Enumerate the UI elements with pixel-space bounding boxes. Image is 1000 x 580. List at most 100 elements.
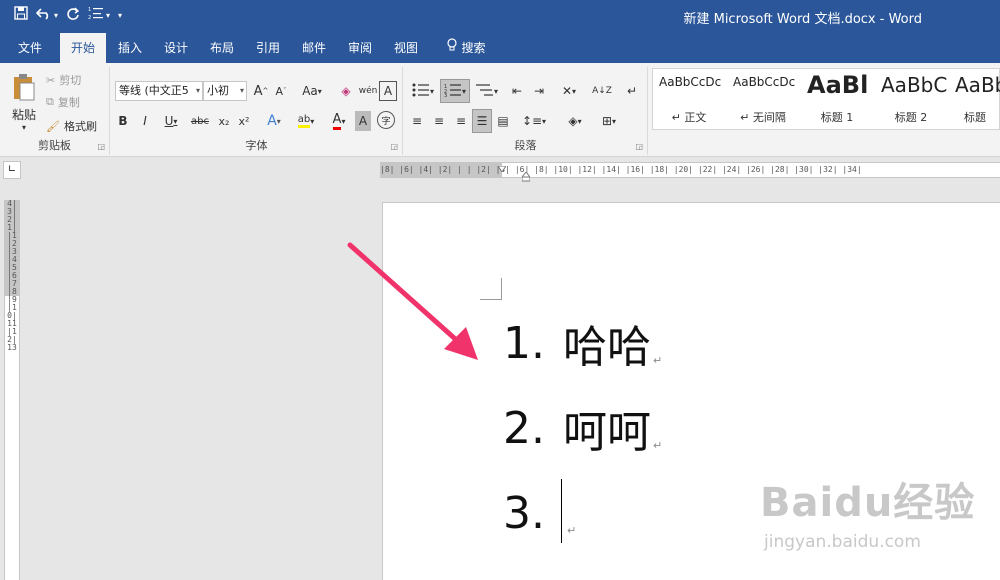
vertical-ruler[interactable]: 4|3|2|1| |1|2|3|4|5|6|7|8|9|10|11|12|13 [4,200,20,580]
list-number: 1. [503,317,545,369]
cut-button[interactable]: ✂ 剪切 [46,71,81,89]
styles-gallery: AaBbCcDc ↵ 正文 AaBbCcDc ↵ 无间隔 AaBl 标题 1 A… [652,68,1000,130]
tab-design[interactable]: 设计 [156,33,196,63]
clipboard-group-label: 剪贴板 [38,139,71,152]
tab-view[interactable]: 视图 [386,33,426,63]
change-case-button[interactable]: Aa ▾ [297,81,327,101]
copy-icon: ⧉ [46,95,54,108]
tab-search[interactable]: 搜索 [436,33,496,63]
font-name-dropdown[interactable]: 等线 (中文正5 ▾ [115,81,203,101]
redo-icon[interactable] [66,6,80,26]
char-shading-button[interactable]: A [355,111,371,131]
eraser-icon: ◈ [341,84,351,98]
align-right-icon: ≡ [455,114,467,128]
paint-bucket-icon: ◈ [568,114,578,128]
list-item[interactable]: 1. 哈哈 ↵ [503,313,663,374]
font-size-dropdown[interactable]: 小初 ▾ [203,81,247,101]
text-effects-button[interactable]: A ▾ [261,111,287,131]
numbering-icon[interactable]: 12 [88,6,104,26]
strikethrough-button[interactable]: abc [189,111,211,131]
align-left-button[interactable]: ≡ [408,111,426,131]
align-right-button[interactable]: ≡ [452,111,470,131]
scissors-icon: ✂ [46,73,56,87]
align-center-icon: ≡ [433,114,445,128]
style-normal[interactable]: AaBbCcDc ↵ 正文 [653,69,725,129]
superscript-button[interactable]: x² [235,111,253,131]
ruler-ticks: 4|3|2|1| |1|2|3|4|5|6|7|8|9|10|11|12|13 [7,200,17,352]
show-marks-button[interactable]: ↵ [622,81,642,101]
chevron-down-icon[interactable]: ▾ [54,6,58,26]
tab-home[interactable]: 开始 [60,33,106,63]
italic-button[interactable]: I [137,111,153,131]
tab-review[interactable]: 审阅 [340,33,380,63]
paragraph-group: ▾ 1 2 3 ▾ ▾ ⇤ ⇥ ✕ ▾ A↓Z ↵ ≡ ≡ ≡ ☰ ▤ ↕≡ ▾ ◈ ▾ ⊞… [404,67,648,155]
sort-button[interactable]: A↓Z [592,81,612,101]
style-title[interactable]: AaBb 标题 [949,69,1000,129]
phonetic-guide-icon: wén [358,86,378,96]
customize-qat-icon[interactable]: ▾ [118,6,122,26]
dialog-launcher-icon[interactable]: ◲ [635,142,643,151]
text-cursor [561,479,562,543]
tab-search-label: 搜索 [461,41,486,55]
distributed-button[interactable]: ▤ [494,111,512,131]
clear-formatting-button[interactable]: ◈ [337,81,355,101]
tab-file[interactable]: 文件 [10,33,50,63]
style-sample: AaBl [807,71,869,99]
multilevel-list-button[interactable]: ▾ [472,81,502,101]
style-no-spacing[interactable]: AaBbCcDc ↵ 无间隔 [727,69,799,129]
multilevel-list-icon [475,83,494,100]
list-number: 2. [503,402,545,454]
borders-button[interactable]: ⊞ ▾ [594,111,624,131]
horizontal-ruler[interactable]: |8| |6| |4| |2| | | |2| |4| |6| |8| |10|… [380,161,1000,182]
style-heading-1[interactable]: AaBl 标题 1 [801,69,873,129]
paragraph-mark-icon: ↵ [653,354,663,367]
underline-button[interactable]: U ▾ [159,111,183,131]
align-center-button[interactable]: ≡ [430,111,448,131]
dialog-launcher-icon[interactable]: ◲ [390,142,398,151]
save-icon[interactable] [14,6,28,26]
title-bar: ▾ 12 ▾ ▾ 新建 Microsoft Word 文档.docx - Wor… [0,0,1000,33]
tab-mailings[interactable]: 邮件 [294,33,334,63]
paste-button[interactable]: 粘贴 ▾ [6,69,42,135]
list-item[interactable]: 3. ↵ [503,483,576,543]
bullets-button[interactable]: ▾ [408,81,438,101]
bold-button[interactable]: B [115,111,131,131]
shading-button[interactable]: ◈ ▾ [560,111,590,131]
hanging-indent-marker[interactable] [520,171,532,182]
line-spacing-icon: ↕≡ [521,114,543,128]
highlight-button[interactable]: ab ▾ [291,111,321,131]
list-item[interactable]: 2. 呵呵 ↵ [503,398,663,459]
tab-references[interactable]: 引用 [248,33,288,63]
paragraph-mark-icon: ↵ [567,524,577,537]
decrease-indent-button[interactable]: ⇤ [508,81,526,101]
subscript-button[interactable]: x₂ [215,111,233,131]
first-line-indent-marker[interactable] [497,161,507,173]
line-spacing-button[interactable]: ↕≡ ▾ [520,111,548,131]
style-heading-2[interactable]: AaBbC 标题 2 [875,69,947,129]
clipboard-icon [11,73,37,106]
enclose-char-button[interactable]: 字 [377,111,395,129]
format-painter-button[interactable]: 🖌 格式刷 [46,117,97,135]
numbering-button[interactable]: 1 2 3 ▾ [440,79,470,103]
chevron-down-icon[interactable]: ▾ [106,6,110,26]
asian-layout-button[interactable]: ✕ ▾ [556,81,582,101]
font-color-button[interactable]: A ▾ [325,111,353,131]
copy-button[interactable]: ⧉ 复制 [46,93,80,111]
justify-button[interactable]: ☰ [472,109,492,133]
tab-layout[interactable]: 布局 [202,33,242,63]
undo-icon[interactable] [35,6,52,26]
paragraph-group-label: 段落 [514,139,537,152]
style-name: ↵ 无间隔 [740,111,786,124]
paragraph-mark-icon: ↵ [653,439,663,452]
phonetic-guide-button[interactable]: wén [358,81,378,101]
char-border-button[interactable]: A [379,81,397,101]
increase-indent-button[interactable]: ⇥ [530,81,548,101]
chevron-down-icon: ▾ [21,122,26,132]
grow-font-button[interactable]: A ^ [253,81,269,101]
tab-selector-button[interactable]: ∟ [3,161,21,179]
style-sample: AaBbCcDc [659,75,722,89]
tab-insert[interactable]: 插入 [110,33,150,63]
dialog-launcher-icon[interactable]: ◲ [97,142,105,151]
shrink-font-button[interactable]: Aˇ [273,81,289,101]
annotation-arrow-icon [347,242,478,360]
